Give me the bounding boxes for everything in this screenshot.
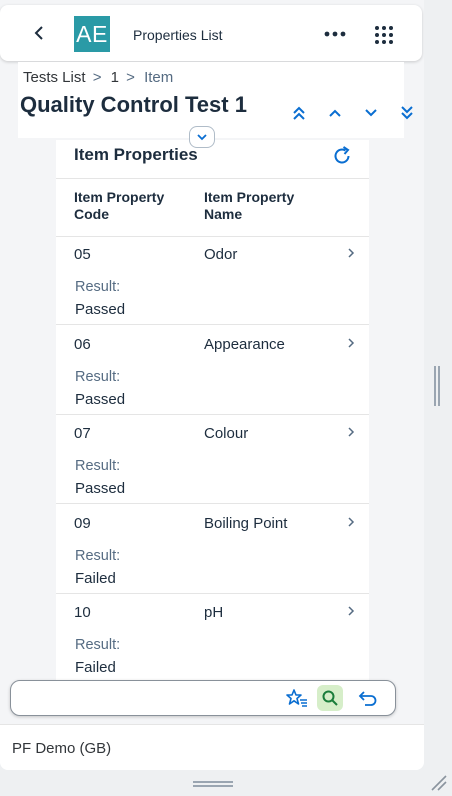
last-item-button[interactable] [396,102,418,124]
grid-icon [375,26,393,44]
refresh-icon [334,146,350,164]
previous-item-button[interactable] [324,102,346,124]
breadcrumb-test-1[interactable]: 1 [111,69,119,86]
breadcrumb-current: Item [144,69,174,86]
more-options-button[interactable] [322,26,348,42]
property-name: Appearance [204,336,285,353]
refresh-button[interactable] [331,145,353,167]
table-row[interactable]: 07 Colour Result: Passed [56,414,369,504]
result-value: Failed [75,570,116,587]
shell-bar: AE Properties List [0,5,422,61]
app-logo[interactable]: AE [74,16,110,52]
chevron-down-icon [197,134,207,141]
status-footer: PF Demo (GB) [0,724,424,770]
panel-title: Item Properties [74,145,198,164]
app-frame: AE Properties List Tests List > 1 > Item… [0,0,424,770]
app-title: Properties List [133,27,223,43]
property-code: 10 [74,604,91,621]
resize-corner-icon[interactable] [428,772,448,792]
property-code: 06 [74,336,91,353]
property-code: 05 [74,246,91,263]
table-row[interactable]: 10 pH Result: Failed [56,593,369,680]
result-value: Failed [75,659,116,676]
undo-icon [358,691,377,706]
chevron-down-icon [365,109,377,117]
property-name: Colour [204,425,249,442]
breadcrumb: Tests List > 1 > Item [23,69,173,86]
more-icon [324,31,346,37]
search-button[interactable] [317,685,343,711]
result-value: Passed [75,480,126,497]
table-header: Item Property Code Item Property Name [56,178,369,237]
breadcrumb-separator: > [92,69,102,86]
resize-handle-side[interactable] [434,366,440,406]
undo-button[interactable] [355,685,381,711]
star-list-icon [286,689,307,707]
result-label: Result: [75,458,121,474]
double-chevron-down-icon [401,106,413,120]
search-icon [322,690,338,706]
result-label: Result: [75,548,121,564]
property-name: Odor [204,246,238,263]
breadcrumb-separator: > [126,69,135,86]
resize-handle-bottom[interactable] [193,779,233,789]
property-name: pH [204,604,224,621]
collapse-header-button[interactable] [189,126,215,148]
chevron-right-icon [348,248,355,258]
table-row[interactable]: 05 Odor Result: Passed [56,235,369,325]
favorites-button[interactable] [284,685,310,711]
result-value: Passed [75,301,126,318]
chevron-right-icon [348,606,355,616]
property-code: 09 [74,515,91,532]
search-bar[interactable] [10,680,396,716]
breadcrumb-tests-list[interactable]: Tests List [23,69,86,86]
property-code: 07 [74,425,91,442]
column-header-code: Item Property Code [74,189,165,222]
company-name: PF Demo (GB) [12,740,112,757]
property-name: Boiling Point [204,515,288,532]
page-title: Quality Control Test 1 [20,92,247,117]
next-item-button[interactable] [360,102,382,124]
chevron-left-icon [34,26,43,40]
app-launcher-button[interactable] [371,22,397,48]
double-chevron-up-icon [293,106,305,120]
chevron-right-icon [348,427,355,437]
chevron-up-icon [329,109,341,117]
result-label: Result: [75,637,121,653]
back-button[interactable] [28,21,52,45]
result-value: Passed [75,391,126,408]
column-header-name: Item Property Name [204,189,295,222]
chevron-right-icon [348,517,355,527]
item-properties-panel: Item Properties Item Property Code Item … [56,140,369,680]
first-item-button[interactable] [288,102,310,124]
result-label: Result: [75,369,121,385]
chevron-right-icon [348,338,355,348]
table-row[interactable]: 09 Boiling Point Result: Failed [56,504,369,594]
table-row[interactable]: 06 Appearance Result: Passed [56,325,369,415]
result-label: Result: [75,279,121,295]
